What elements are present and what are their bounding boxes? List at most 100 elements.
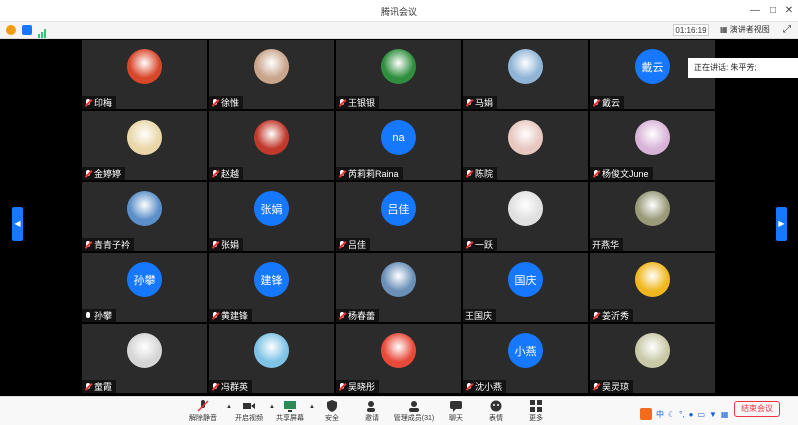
- avatar: [254, 49, 289, 84]
- start-video-label: 开启视频: [235, 415, 263, 422]
- participant-tile[interactable]: 王银银: [336, 40, 461, 109]
- screen-share-icon: [284, 399, 296, 412]
- participant-tile[interactable]: 吕佳 吕佳: [336, 182, 461, 251]
- participant-name: 吴灵琼: [602, 382, 630, 392]
- participant-name: 一跃: [475, 240, 494, 250]
- mic-muted-icon: [592, 169, 600, 178]
- avatar: [381, 262, 416, 297]
- participant-nametag: 沈小燕: [463, 380, 507, 393]
- close-icon[interactable]: ✕: [782, 4, 796, 18]
- speaker-view-button[interactable]: ▦ 演讲者视图: [720, 24, 770, 36]
- next-page-arrow-icon[interactable]: ▶: [776, 207, 787, 241]
- participant-name: 马娟: [475, 98, 494, 108]
- mic-icon: [84, 311, 92, 320]
- speaking-label: 正在讲话: 朱平芳;: [694, 63, 757, 72]
- participant-tile[interactable]: 建锋黄建锋: [209, 253, 334, 322]
- participant-nametag: 杨俊文June: [590, 167, 653, 180]
- end-meeting-button[interactable]: 结束会议: [734, 401, 780, 417]
- shield-icon[interactable]: [22, 25, 32, 35]
- invite-button[interactable]: 邀请: [349, 399, 395, 423]
- invite-label: 邀请: [365, 415, 379, 422]
- share-screen-button[interactable]: 共享屏幕: [267, 399, 313, 423]
- fullscreen-icon[interactable]: ⤢: [783, 24, 791, 35]
- ime-language-label[interactable]: 中: [656, 409, 664, 420]
- participant-nametag: 陈院: [463, 167, 498, 180]
- unmute-button[interactable]: 解除静音: [180, 399, 226, 423]
- participant-nametag: 徐惟: [209, 96, 244, 109]
- participant-tile[interactable]: 开燕华: [590, 182, 715, 251]
- participant-tile[interactable]: 金婷婷: [82, 111, 207, 180]
- shirt-icon[interactable]: ▼: [709, 410, 717, 419]
- participant-tile[interactable]: 吴灵琼: [590, 324, 715, 393]
- mic-muted-icon: [338, 98, 346, 107]
- participant-tile[interactable]: 杨春蕾: [336, 253, 461, 322]
- status-bar: 01:16:19 ▦ 演讲者视图 ⤢: [0, 22, 798, 39]
- participant-tile[interactable]: 国庆 王国庆: [463, 253, 588, 322]
- maximize-icon[interactable]: □: [766, 4, 780, 18]
- avatar: [508, 191, 543, 226]
- participant-tile[interactable]: na 芮莉莉Raina: [336, 111, 461, 180]
- participant-tile[interactable]: 张娟 张娟: [209, 182, 334, 251]
- participant-tile[interactable]: 一跃: [463, 182, 588, 251]
- mic-muted-icon: [211, 169, 219, 178]
- share-screen-label: 共享屏幕: [276, 415, 304, 422]
- participant-tile[interactable]: 赵越: [209, 111, 334, 180]
- members-icon: [408, 399, 420, 412]
- participant-nametag: 吴灵琼: [590, 380, 634, 393]
- participant-tile[interactable]: 青青子衿: [82, 182, 207, 251]
- participant-nametag: 金婷婷: [82, 167, 126, 180]
- participant-tile[interactable]: 吴晓彤: [336, 324, 461, 393]
- avatar: [381, 49, 416, 84]
- participant-tile[interactable]: 孙攀 孙攀: [82, 253, 207, 322]
- mic-muted-icon: [197, 399, 209, 412]
- info-icon[interactable]: [6, 25, 16, 35]
- menu-grid-icon[interactable]: ▦: [721, 410, 729, 419]
- participant-name: 王国庆: [465, 311, 493, 321]
- punctuation-icon[interactable]: °,: [679, 410, 684, 419]
- more-button[interactable]: 更多: [513, 399, 559, 423]
- participant-tile[interactable]: 童霞: [82, 324, 207, 393]
- sogou-icon[interactable]: [640, 408, 652, 420]
- prev-page-arrow-icon[interactable]: ◀: [12, 207, 23, 241]
- participant-tile[interactable]: 小燕 沈小燕: [463, 324, 588, 393]
- mic-icon[interactable]: ●: [689, 410, 694, 419]
- speaker-view-label: 演讲者视图: [729, 25, 770, 34]
- avatar: [127, 191, 162, 226]
- shield-icon: [326, 399, 338, 412]
- participant-name: 赵越: [221, 169, 240, 179]
- participant-name: 戴云: [602, 98, 621, 108]
- participant-tile[interactable]: 杨俊文June: [590, 111, 715, 180]
- manage-members-button[interactable]: 管理成员(31): [391, 399, 437, 423]
- participant-tile[interactable]: 马娟: [463, 40, 588, 109]
- start-video-button[interactable]: 开启视频: [226, 399, 272, 423]
- mic-muted-icon: [84, 382, 92, 391]
- participant-name: 陈院: [475, 169, 494, 179]
- mic-muted-icon: [465, 169, 473, 178]
- participant-name: 童霞: [94, 382, 113, 392]
- title-bar: 腾讯会议 — □ ✕: [0, 0, 798, 22]
- smile-icon: [490, 399, 502, 412]
- participant-tile[interactable]: 徐惟: [209, 40, 334, 109]
- avatar: [635, 120, 670, 155]
- moon-icon[interactable]: ☾: [668, 410, 675, 419]
- avatar-initials: 孙攀: [127, 262, 162, 297]
- participant-tile[interactable]: 冯群英: [209, 324, 334, 393]
- mic-muted-icon: [592, 98, 600, 107]
- avatar-initials: 建锋: [254, 262, 289, 297]
- keyboard-icon[interactable]: ▭: [697, 410, 705, 419]
- participant-tile[interactable]: 陈院: [463, 111, 588, 180]
- participant-nametag: 孙攀: [82, 309, 117, 322]
- signal-icon[interactable]: [38, 25, 48, 38]
- mic-muted-icon: [338, 169, 346, 178]
- mic-muted-icon: [211, 240, 219, 249]
- minimize-icon[interactable]: —: [748, 4, 762, 18]
- avatar: [254, 120, 289, 155]
- mic-muted-icon: [592, 382, 600, 391]
- participant-nametag: 吴晓彤: [336, 380, 380, 393]
- participant-nametag: 姜沂秀: [590, 309, 634, 322]
- participant-name: 黄建锋: [221, 311, 249, 321]
- more-grid-icon: [530, 399, 542, 412]
- ime-toolbar[interactable]: 中 ☾ °, ● ▭ ▼ ▦: [640, 407, 728, 421]
- participant-tile[interactable]: 印梅: [82, 40, 207, 109]
- participant-tile[interactable]: 姜沂秀: [590, 253, 715, 322]
